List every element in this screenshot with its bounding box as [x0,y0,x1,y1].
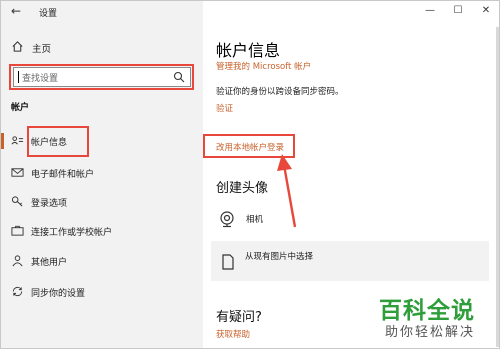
sidebar: ← 设置 主页 查找设置 帐户 帐户信息 电子邮件和帐户 登录选项 连接工作或学… [1,1,203,348]
camera-option[interactable]: 相机 [216,207,476,239]
briefcase-icon [11,225,24,236]
sidebar-item-label: 登录选项 [31,199,68,209]
sidebar-item-label: 其他用户 [31,258,68,268]
help-section-title: 有疑问? [216,310,262,325]
maximize-button[interactable]: ☐ [449,3,467,19]
document-icon [222,254,234,270]
page-title: 帐户信息 [216,41,281,60]
sidebar-item-other-users[interactable]: 其他用户 [1,249,203,273]
camera-label: 相机 [246,215,264,225]
browse-picture-option[interactable]: 从现有图片中选择 [211,241,489,281]
mail-icon [11,168,24,177]
sidebar-item-work-school[interactable]: 连接工作或学校帐户 [1,219,203,243]
scrollbar[interactable] [496,27,499,347]
section-title: 帐户 [11,103,30,113]
sync-icon [12,286,23,297]
sidebar-item-sign-in-options[interactable]: 登录选项 [1,190,203,214]
sidebar-item-email-accounts[interactable]: 电子邮件和帐户 [1,161,203,185]
minimize-button[interactable]: — [421,3,439,19]
sidebar-item-label: 连接工作或学校帐户 [31,228,113,238]
home-icon [12,41,23,52]
titlebar-left: ← 设置 [1,1,203,25]
verify-description: 验证你的身份以跨设备同步密码。 [216,87,344,97]
verify-link[interactable]: 验证 [216,102,233,114]
key-icon [11,196,23,207]
manage-microsoft-account-link[interactable]: 管理我的 Microsoft 帐户 [216,60,311,72]
get-help-link[interactable]: 获取帮助 [216,328,250,340]
camera-icon [220,211,234,228]
avatar-section-title: 创建头像 [216,181,269,196]
sidebar-item-label: 同步你的设置 [31,289,86,299]
sidebar-item-label: 电子邮件和帐户 [31,170,95,180]
account-info-icon [11,136,24,145]
settings-window: ← 设置 主页 查找设置 帐户 帐户信息 电子邮件和帐户 登录选项 连接工作或学… [0,0,500,349]
window-title: 设置 [39,9,58,19]
active-indicator [1,133,4,149]
annotation-arrow-icon [277,154,297,228]
close-button[interactable]: ✕ [477,3,495,19]
browse-picture-label: 从现有图片中选择 [245,252,314,262]
home-nav-item[interactable]: 主页 [1,37,203,57]
account-info-highlight-box [27,126,89,157]
person-icon [12,255,23,267]
watermark-subtitle: 助你轻松解决 [385,325,476,340]
watermark-title: 百科全说 [379,298,475,324]
search-highlight-box [9,64,194,90]
back-arrow-icon[interactable]: ← [11,4,25,18]
window-controls: — ☐ ✕ [361,1,499,25]
sidebar-item-sync-settings[interactable]: 同步你的设置 [1,280,203,304]
watermark-logo: 百科全说 助你轻松解决 [379,291,491,341]
home-label: 主页 [32,44,52,55]
